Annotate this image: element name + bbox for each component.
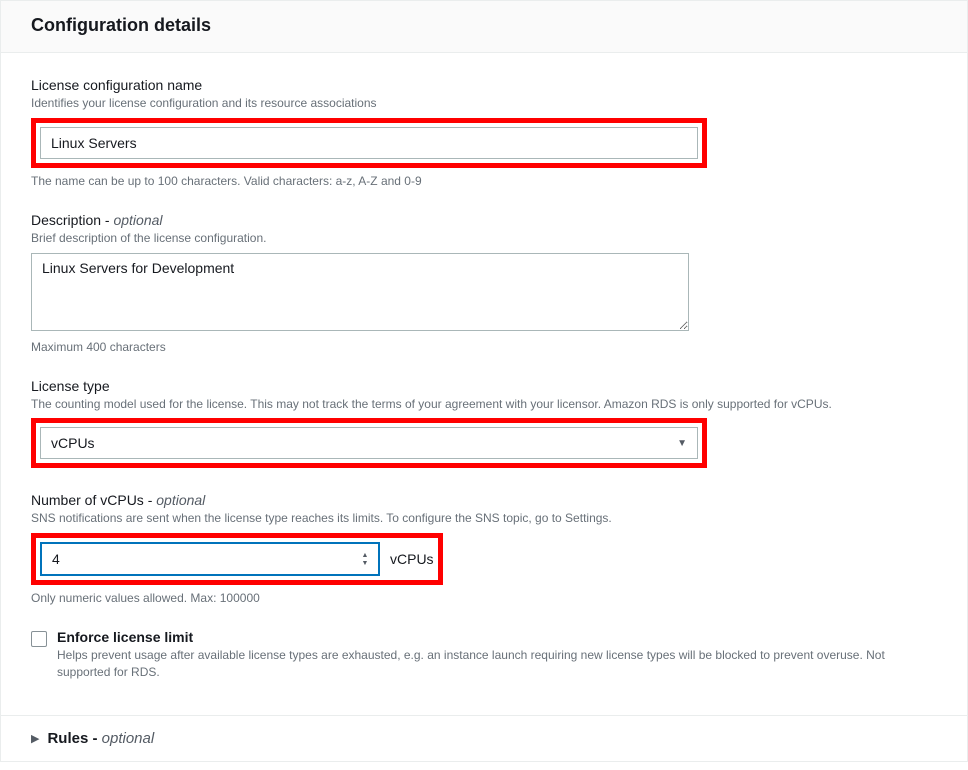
num-vcpus-unit: vCPUs	[390, 551, 434, 567]
license-name-hint: The name can be up to 100 characters. Va…	[31, 174, 937, 188]
num-vcpus-hint: Only numeric values allowed. Max: 100000	[31, 591, 937, 605]
license-name-desc: Identifies your license configuration an…	[31, 95, 937, 112]
field-enforce-limit: Enforce license limit Helps prevent usag…	[31, 629, 937, 681]
license-type-highlight: vCPUs ▼	[31, 418, 707, 468]
description-desc: Brief description of the license configu…	[31, 230, 937, 247]
enforce-limit-row: Enforce license limit Helps prevent usag…	[31, 629, 937, 681]
num-vcpus-stepper[interactable]: ▲ ▼	[356, 544, 374, 574]
field-license-name: License configuration name Identifies yo…	[31, 77, 937, 188]
license-type-select[interactable]: vCPUs ▼	[40, 427, 698, 459]
num-vcpus-input-wrap: ▲ ▼	[40, 542, 380, 576]
field-description: Description - optional Brief description…	[31, 212, 937, 354]
caret-right-icon: ▶	[31, 732, 39, 745]
description-input[interactable]: Linux Servers for Development	[31, 253, 689, 331]
license-name-label: License configuration name	[31, 77, 937, 93]
field-license-type: License type The counting model used for…	[31, 378, 937, 469]
enforce-limit-title: Enforce license limit	[57, 629, 937, 645]
config-details-panel: Configuration details License configurat…	[0, 0, 968, 762]
enforce-limit-content: Enforce license limit Helps prevent usag…	[57, 629, 937, 681]
num-vcpus-label: Number of vCPUs - optional	[31, 492, 937, 508]
num-vcpus-desc: SNS notifications are sent when the lice…	[31, 510, 937, 527]
panel-body: License configuration name Identifies yo…	[1, 53, 967, 715]
panel-title: Configuration details	[31, 15, 947, 36]
license-type-label: License type	[31, 378, 937, 394]
field-num-vcpus: Number of vCPUs - optional SNS notificat…	[31, 492, 937, 605]
rules-label: Rules - optional	[47, 730, 154, 747]
license-type-value: vCPUs	[51, 435, 677, 451]
enforce-limit-desc: Helps prevent usage after available lice…	[57, 647, 937, 681]
enforce-limit-checkbox[interactable]	[31, 631, 47, 647]
stepper-up-icon[interactable]: ▲	[362, 552, 369, 559]
license-name-input[interactable]	[40, 127, 698, 159]
num-vcpus-label-optional: optional	[156, 492, 205, 508]
description-label-optional: optional	[113, 212, 162, 228]
num-vcpus-label-main: Number of vCPUs -	[31, 492, 156, 508]
description-hint: Maximum 400 characters	[31, 340, 937, 354]
license-type-desc: The counting model used for the license.…	[31, 396, 937, 413]
license-name-highlight	[31, 118, 707, 168]
description-label: Description - optional	[31, 212, 937, 228]
num-vcpus-input[interactable]	[42, 544, 356, 574]
rules-section-toggle[interactable]: ▶ Rules - optional	[1, 715, 967, 761]
chevron-down-icon: ▼	[677, 438, 687, 449]
description-label-main: Description -	[31, 212, 113, 228]
num-vcpus-row: ▲ ▼ vCPUs	[40, 542, 434, 576]
rules-label-main: Rules -	[47, 730, 101, 747]
panel-header: Configuration details	[1, 1, 967, 53]
rules-label-optional: optional	[102, 730, 155, 747]
stepper-down-icon[interactable]: ▼	[362, 560, 369, 567]
num-vcpus-highlight: ▲ ▼ vCPUs	[31, 533, 443, 585]
